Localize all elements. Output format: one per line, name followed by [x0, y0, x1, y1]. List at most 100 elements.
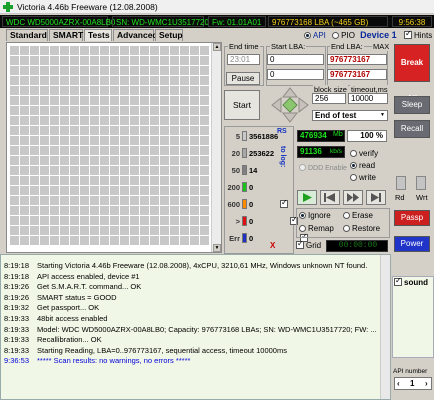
grid-cell — [200, 146, 209, 155]
grid-cell — [120, 106, 129, 115]
grid-cell — [160, 166, 169, 175]
pause-button[interactable]: Pause — [226, 72, 260, 85]
grid-label: Grid — [306, 241, 322, 250]
grid-cell — [140, 236, 149, 245]
log-message: ***** Scan results: no warnings, no erro… — [37, 356, 191, 366]
tab-smart[interactable]: SMART — [49, 29, 83, 41]
grid-cell — [200, 66, 209, 75]
grid-cell — [130, 176, 139, 185]
read-radio[interactable] — [350, 162, 357, 169]
grid-cell — [100, 96, 109, 105]
rs-button[interactable]: RS — [277, 128, 287, 135]
direction-pad-icon[interactable] — [270, 86, 310, 124]
grid-cell — [190, 186, 199, 195]
grid-cell — [190, 126, 199, 135]
grid-cell — [40, 86, 49, 95]
recall-button[interactable]: Recall — [394, 120, 430, 138]
remap-radio[interactable] — [299, 225, 306, 232]
grid-cell — [180, 46, 189, 55]
start-button[interactable]: Start — [224, 90, 260, 120]
log-scrollbar[interactable] — [380, 255, 390, 399]
grid-cell — [70, 136, 79, 145]
max-button[interactable]: MAX — [372, 42, 391, 51]
skip-icon[interactable] — [343, 190, 363, 205]
write-radio[interactable] — [350, 174, 357, 181]
tab-standard[interactable]: Standard — [6, 29, 48, 41]
grid-cell — [170, 176, 179, 185]
api-radio[interactable] — [304, 32, 311, 39]
stepper-up-icon[interactable]: › — [425, 379, 428, 388]
hints-checkbox[interactable] — [404, 29, 412, 39]
stepper-down-icon[interactable]: ‹ — [397, 379, 400, 388]
sound-checkbox[interactable] — [394, 276, 402, 286]
passp-button[interactable]: Passp — [394, 210, 430, 226]
grid-cell — [80, 216, 89, 225]
api-number-stepper[interactable]: ‹ 1 › — [394, 377, 432, 390]
end-time-field[interactable]: 23:01 — [227, 54, 260, 65]
verify-radio[interactable] — [350, 150, 357, 157]
grid-cell — [30, 106, 39, 115]
grid-cell — [100, 86, 109, 95]
grid-cell — [30, 176, 39, 185]
log-counter-checkbox[interactable] — [280, 198, 288, 208]
grid-cell — [50, 236, 59, 245]
grid-cell — [180, 66, 189, 75]
grid-cell — [150, 56, 159, 65]
tab-tests[interactable]: Tests — [84, 29, 112, 41]
grid-cell — [150, 96, 159, 105]
grid-cell — [130, 186, 139, 195]
sleep-button[interactable]: Sleep — [394, 96, 430, 114]
start-lba-field[interactable]: 0 — [267, 54, 324, 65]
grid-cell — [120, 206, 129, 215]
grid-cell — [150, 136, 159, 145]
grid-cell — [80, 176, 89, 185]
timeout-select[interactable]: 10000 — [348, 93, 388, 104]
tab-setup[interactable]: Setup — [155, 29, 183, 41]
grid-cell — [20, 66, 29, 75]
end-action-dropdown-icon[interactable]: ▼ — [380, 112, 385, 118]
play-icon[interactable] — [297, 190, 317, 205]
grid-cell — [30, 96, 39, 105]
log-line: 8:19:33 Recallibration... OK — [4, 335, 102, 345]
grid-cell — [200, 166, 209, 175]
break-all-button[interactable]: Break All — [394, 44, 430, 103]
grid-cell — [110, 86, 119, 95]
grid-cell — [150, 76, 159, 85]
grid-cell — [150, 166, 159, 175]
end-icon[interactable] — [366, 190, 386, 205]
grid-cell — [20, 126, 29, 135]
grid-cell — [110, 56, 119, 65]
grid-cell — [120, 126, 129, 135]
grid-cell — [10, 206, 19, 215]
grid-cell — [110, 206, 119, 215]
grid-cell — [160, 196, 169, 205]
grid-cell — [120, 116, 129, 125]
scroll-down-icon[interactable]: ▼ — [213, 244, 221, 252]
restore-radio[interactable] — [343, 225, 350, 232]
grid-cell — [170, 216, 179, 225]
grid-cell — [110, 216, 119, 225]
tab-advanced[interactable]: Advanced — [113, 29, 158, 41]
block-size-select[interactable]: 256 — [312, 93, 346, 104]
scroll-up-icon[interactable]: ▲ — [213, 43, 221, 51]
end-lba-field[interactable]: 976773167 — [327, 54, 387, 65]
pio-radio[interactable] — [332, 32, 340, 39]
ddd-radio[interactable] — [299, 164, 306, 171]
grid-checkbox[interactable] — [296, 239, 304, 249]
grid-scrollbar[interactable]: ▲ ▼ — [211, 43, 221, 252]
grid-cell — [160, 46, 169, 55]
ignore-radio[interactable] — [299, 212, 306, 219]
grid-cell — [70, 146, 79, 155]
grid-cell — [180, 196, 189, 205]
grid-cell — [130, 126, 139, 135]
rewind-icon[interactable] — [320, 190, 340, 205]
grid-cell — [120, 46, 129, 55]
grid-cell — [40, 196, 49, 205]
grid-cell — [100, 186, 109, 195]
grid-cell — [20, 136, 29, 145]
power-button[interactable]: Power — [394, 236, 430, 252]
playback-controls — [297, 190, 389, 206]
end-action-select[interactable]: End of test — [312, 110, 388, 121]
erase-radio[interactable] — [343, 212, 350, 219]
device-label: Device 1 — [360, 30, 397, 40]
